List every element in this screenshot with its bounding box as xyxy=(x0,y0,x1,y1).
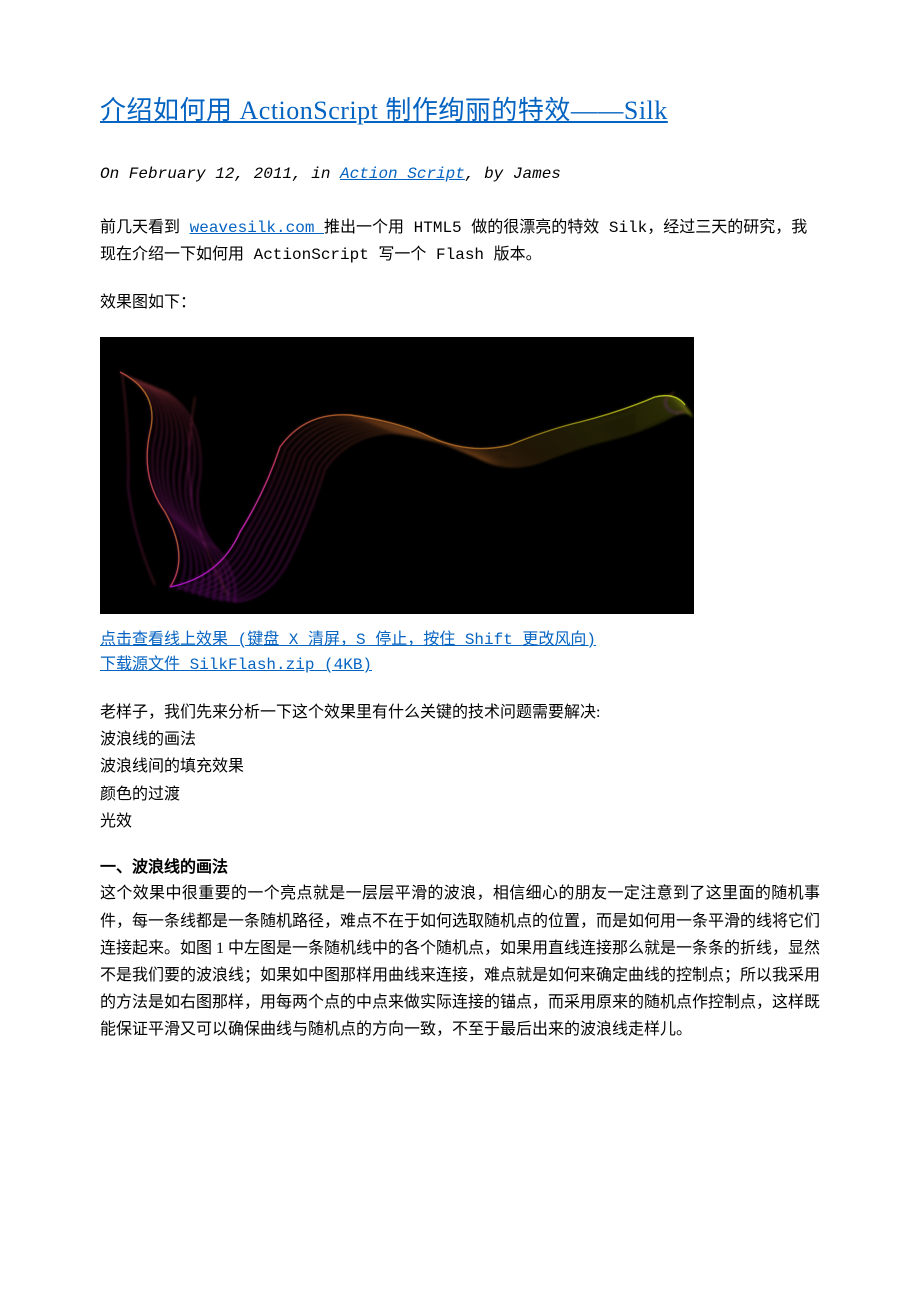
list-item: 光效 xyxy=(100,808,820,835)
article-meta: On February 12, 2011, in Action Script, … xyxy=(100,162,820,188)
weavesilk-link[interactable]: weavesilk.com xyxy=(190,219,324,237)
intro-paragraph: 前几天看到 weavesilk.com 推出一个用 HTML5 做的很漂亮的特效… xyxy=(100,215,820,269)
list-item: 波浪线的画法 xyxy=(100,726,820,753)
effect-label: 效果图如下： xyxy=(100,290,820,317)
resource-links: 点击查看线上效果 (键盘 X 清屏，S 停止，按住 Shift 更改风向) 下载… xyxy=(100,628,820,679)
silk-effect-figure xyxy=(100,337,694,614)
analysis-block: 老样子，我们先来分析一下这个效果里有什么关键的技术问题需要解决: 波浪线的画法 … xyxy=(100,699,820,835)
section-1-heading: 一、波浪线的画法 xyxy=(100,855,820,881)
article-title: 介绍如何用 ActionScript 制作绚丽的特效——Silk xyxy=(100,90,820,132)
download-source-link[interactable]: 下载源文件 SilkFlash.zip (4KB) xyxy=(100,653,820,679)
intro-pre: 前几天看到 xyxy=(100,219,190,237)
meta-suffix: , by James xyxy=(465,165,561,183)
list-item: 颜色的过渡 xyxy=(100,781,820,808)
category-link[interactable]: Action Script xyxy=(340,165,465,183)
meta-prefix: On February 12, 2011, in xyxy=(100,165,340,183)
silk-svg xyxy=(100,337,694,614)
online-demo-link[interactable]: 点击查看线上效果 (键盘 X 清屏，S 停止，按住 Shift 更改风向) xyxy=(100,628,820,654)
section-1: 一、波浪线的画法 这个效果中很重要的一个亮点就是一层层平滑的波浪，相信细心的朋友… xyxy=(100,855,820,1044)
section-1-body: 这个效果中很重要的一个亮点就是一层层平滑的波浪，相信细心的朋友一定注意到了这里面… xyxy=(100,880,820,1043)
analysis-intro: 老样子，我们先来分析一下这个效果里有什么关键的技术问题需要解决: xyxy=(100,699,820,726)
list-item: 波浪线间的填充效果 xyxy=(100,753,820,780)
